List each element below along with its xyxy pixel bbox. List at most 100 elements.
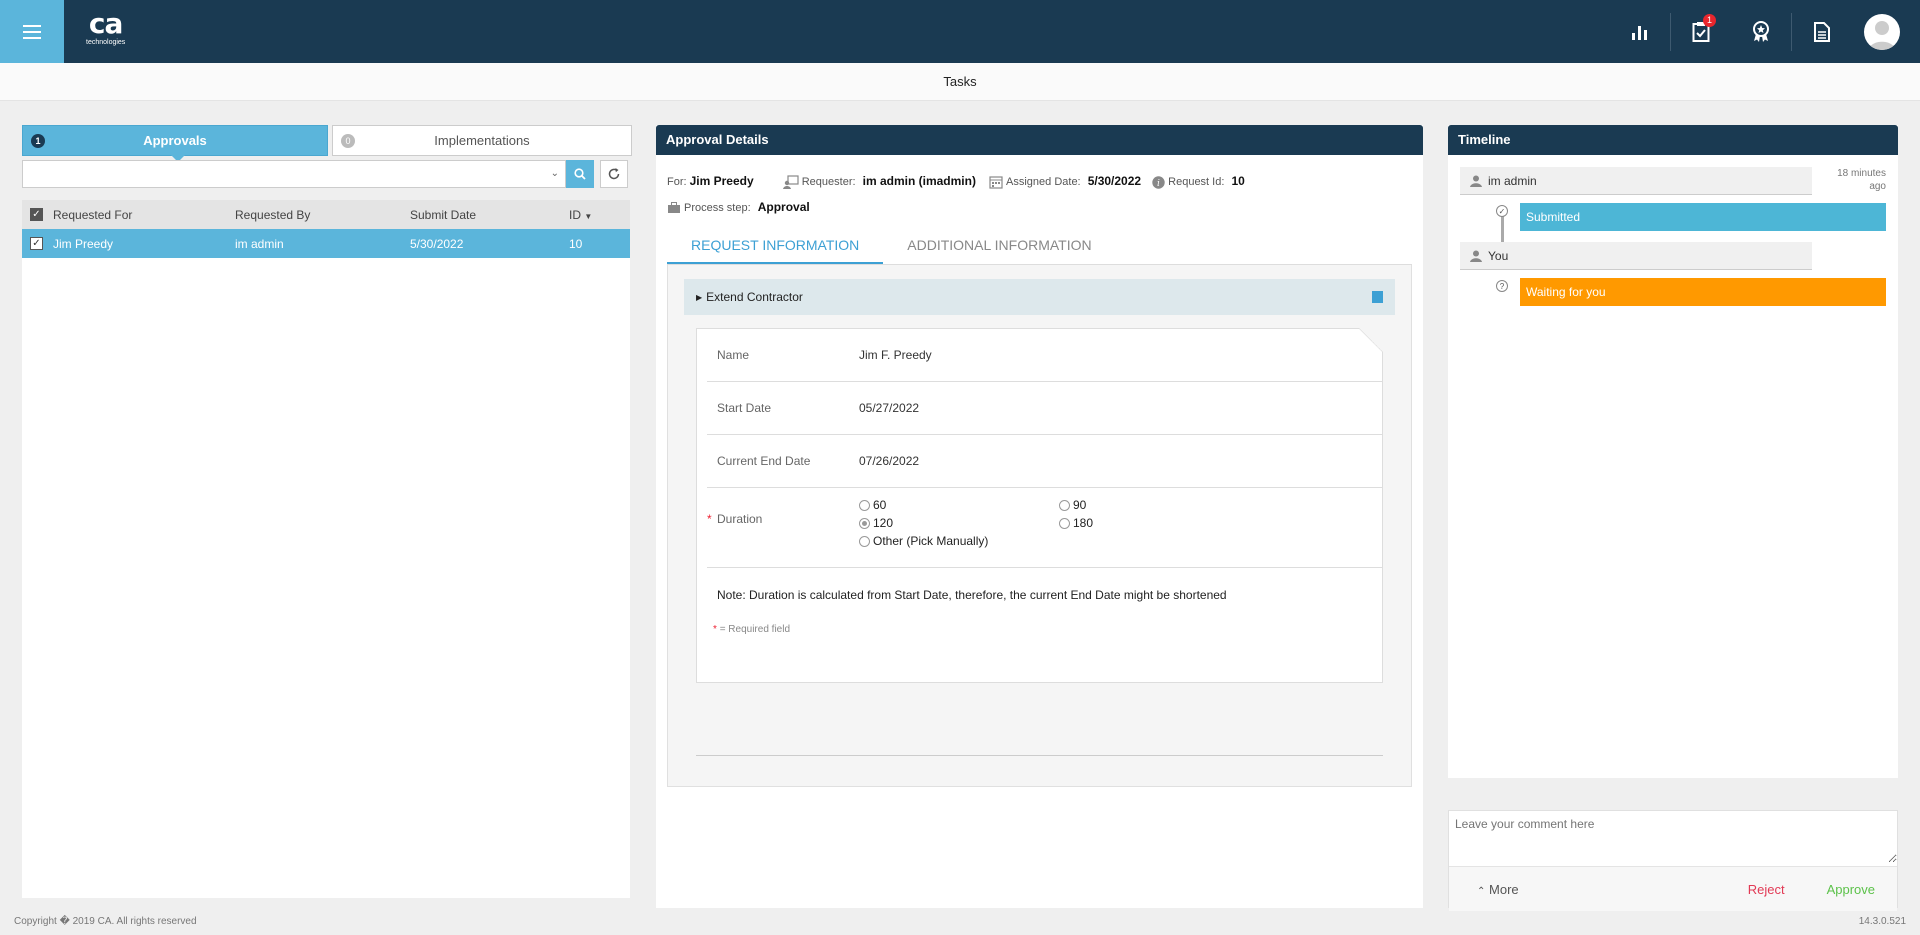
status-bubble-submitted: Submitted (1520, 203, 1886, 231)
for-value: Jim Preedy (689, 174, 754, 188)
bar-chart-icon (1632, 25, 1647, 40)
tab-additional-information[interactable]: ADDITIONAL INFORMATION (883, 227, 1115, 264)
task-list-panel: 1 Approvals 0 Implementations ⌄ ✓ Reques… (22, 125, 632, 908)
top-navigation-bar: ca technologies 1 (0, 0, 1920, 63)
approval-details-panel: Approval Details For: Jim Preedy Request… (656, 125, 1423, 908)
submitted-node-icon: ✓ (1496, 205, 1508, 217)
documents-button[interactable] (1806, 16, 1838, 48)
field-label: Name (717, 348, 750, 362)
cell-id: 10 (569, 236, 583, 251)
user-avatar[interactable] (1864, 13, 1900, 50)
tab-request-information[interactable]: REQUEST INFORMATION (667, 227, 884, 264)
duration-option-90[interactable]: 90 (1059, 498, 1159, 512)
column-header-requested-for[interactable]: Requested For (53, 208, 235, 222)
tab-label: Implementations (434, 133, 530, 148)
timeline-title: Timeline (1448, 125, 1898, 155)
radio-button[interactable] (859, 499, 870, 511)
field-label: Start Date (717, 401, 772, 415)
certification-button[interactable] (1745, 16, 1777, 48)
duration-radio-group: 60 90 120 180 Other (Pick Manually) (859, 498, 1159, 548)
search-icon (574, 168, 586, 180)
tasks-count-badge: 1 (1703, 13, 1716, 27)
requester-value: im admin (imadmin) (862, 174, 976, 188)
time-line-1: 18 minutes (1837, 168, 1886, 179)
radio-label: 120 (873, 516, 894, 530)
cell-requested-for: Jim Preedy (53, 236, 114, 251)
divider (696, 755, 1383, 756)
section-header-extend-contractor[interactable]: ▶ Extend Contractor (684, 279, 1395, 315)
reject-button[interactable]: Reject (1748, 882, 1785, 897)
duration-option-180[interactable]: 180 (1059, 516, 1159, 530)
column-header-submit-date[interactable]: Submit Date (410, 208, 569, 222)
page-fold-decoration (1359, 328, 1383, 352)
duration-option-other[interactable]: Other (Pick Manually) (859, 534, 1059, 548)
form-document: Name Jim F. Preedy Start Date 05/27/2022… (696, 328, 1383, 683)
radio-button[interactable] (1059, 499, 1070, 511)
briefcase-icon (668, 202, 680, 214)
approvals-count-badge: 1 (31, 134, 45, 148)
comment-input[interactable] (1449, 811, 1897, 863)
save-form-icon[interactable] (1372, 291, 1383, 303)
duration-option-60[interactable]: 60 (859, 498, 1059, 512)
radio-button[interactable] (859, 535, 870, 547)
column-header-id[interactable]: ID ▼ (569, 208, 629, 222)
requester-label: Requester: (801, 176, 856, 188)
radio-label: Other (Pick Manually) (873, 534, 989, 548)
page-title: Tasks (0, 63, 1920, 101)
svg-text:i: i (1157, 179, 1160, 189)
hamburger-menu-button[interactable] (0, 0, 64, 63)
table-row[interactable]: ✓ Jim Preedy im admin 5/30/2022 10 (22, 229, 630, 258)
status-bubble-waiting: Waiting for you (1520, 278, 1886, 306)
document-icon (1814, 21, 1830, 42)
request-id-label: Request Id: (1168, 176, 1225, 188)
search-input[interactable]: ⌄ (22, 160, 566, 188)
row-checkbox[interactable]: ✓ (30, 237, 43, 250)
tab-approvals[interactable]: 1 Approvals (22, 125, 328, 162)
timeline-user-name: You (1488, 248, 1509, 263)
duration-option-120[interactable]: 120 (859, 516, 1059, 530)
calendar-icon (989, 176, 1003, 189)
reports-button[interactable] (1624, 16, 1656, 48)
field-value: 05/27/2022 (859, 401, 920, 415)
timeline-user-you: You (1460, 242, 1812, 270)
caret-right-icon: ▶ (696, 292, 703, 302)
timeline-panel: Timeline im admin 18 minutes ago ✓ Submi… (1448, 125, 1898, 911)
copyright-text: Copyright � 2019 CA. All rights reserved (14, 916, 197, 927)
radio-button[interactable] (1059, 517, 1070, 529)
duration-label: Duration (717, 512, 763, 526)
column-header-id-label: ID (569, 207, 581, 222)
search-button[interactable] (566, 160, 594, 188)
field-row-name: Name Jim F. Preedy (707, 329, 1382, 382)
field-value: 07/26/2022 (859, 454, 920, 468)
hamburger-icon (23, 23, 41, 41)
tasks-button[interactable]: 1 (1685, 13, 1717, 48)
more-button[interactable]: ⌃ More (1477, 882, 1519, 897)
ca-logo: ca technologies (86, 10, 125, 47)
refresh-button[interactable] (600, 160, 628, 188)
radio-button-selected[interactable] (859, 517, 870, 529)
info-icon: i (1152, 175, 1165, 189)
process-step-label: Process step: (684, 202, 751, 214)
approve-button[interactable]: Approve (1827, 882, 1875, 897)
panel-title: Approval Details (656, 125, 1423, 155)
radio-label: 90 (1073, 498, 1087, 512)
search-row: ⌄ (22, 160, 632, 188)
field-label: Current End Date (717, 454, 811, 468)
field-row-duration: * Duration 60 90 120 180 Other (Pick Manu… (707, 488, 1382, 568)
question-node-icon: ? (1496, 280, 1508, 292)
required-note-text: = Required field (719, 624, 791, 635)
for-label: For: (667, 176, 687, 188)
more-label: More (1489, 881, 1519, 897)
time-line-2: ago (1869, 181, 1886, 192)
refresh-icon (608, 168, 620, 180)
column-header-requested-by[interactable]: Requested By (235, 208, 410, 222)
timeline-body: im admin 18 minutes ago ✓ Submitted You … (1448, 155, 1898, 778)
top-icon-group: 1 (1610, 0, 1920, 63)
table-header: ✓ Requested For Requested By Submit Date… (22, 200, 630, 229)
required-asterisk: * (707, 512, 712, 526)
comment-actions: ⌃ More Reject Approve (1449, 866, 1897, 911)
requester-icon (782, 175, 799, 190)
tab-implementations[interactable]: 0 Implementations (332, 125, 632, 156)
tab-label: Approvals (143, 133, 207, 148)
select-all-checkbox[interactable]: ✓ (30, 208, 43, 221)
